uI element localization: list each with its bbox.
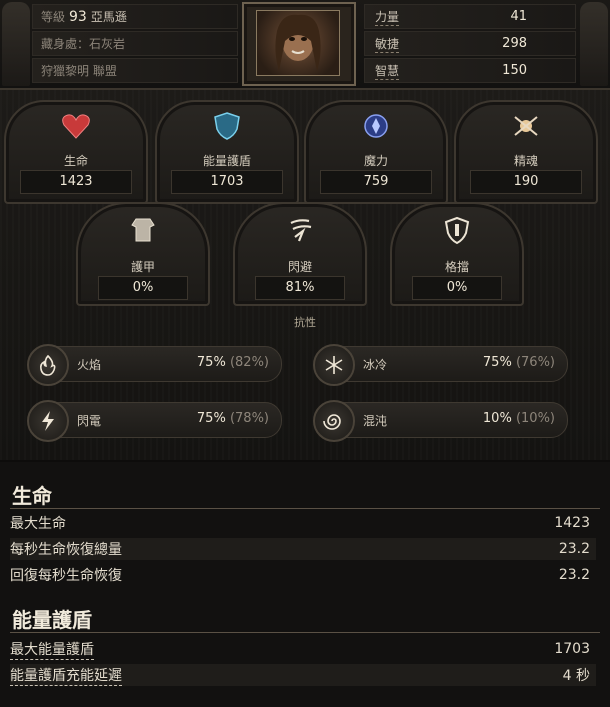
- resistance-value: 75%: [196, 411, 226, 426]
- stat-row-value: 23.2: [558, 567, 590, 583]
- attribute-value: 41: [510, 9, 527, 24]
- mana-icon: [358, 110, 394, 142]
- stat-row[interactable]: 能量護盾充能延遲 4 秒: [10, 664, 596, 686]
- resistance-value-group: 10% (10%): [483, 411, 555, 426]
- stat-row[interactable]: 最大能量護盾 1703: [10, 638, 596, 660]
- stat-value: 0%: [412, 276, 502, 300]
- chaos-icon: [313, 400, 355, 442]
- resistance-name: 火焰: [77, 358, 102, 372]
- stat-row[interactable]: 最大生命 1423: [10, 512, 596, 534]
- resistance-name: 閃電: [77, 414, 102, 428]
- stat-value: 1423: [20, 170, 132, 194]
- stat-row[interactable]: 回復每秒生命恢復 23.2: [10, 564, 596, 586]
- evasion-icon: [282, 214, 318, 246]
- level-value: 93: [69, 8, 87, 25]
- stat-row-label: 能量護盾充能延遲: [10, 665, 122, 686]
- stat-name: 能量護盾: [202, 154, 251, 168]
- resistance-value: 75%: [196, 355, 226, 370]
- attributes-panel: 力量 41 敏捷 298 智慧 150: [364, 4, 576, 85]
- stat-name: 魔力: [363, 154, 388, 168]
- resistance-fire[interactable]: 火焰 75% (82%): [27, 344, 282, 386]
- stat-name: 精魂: [513, 154, 538, 168]
- stats-list: 生命 最大生命 1423 每秒生命恢復總量 23.2 回復每秒生命恢復 23.2…: [0, 462, 610, 707]
- section-divider: [10, 632, 600, 633]
- fire-icon: [27, 344, 69, 386]
- resistance-name: 冰冷: [363, 358, 388, 372]
- stat-row-label: 最大能量護盾: [10, 639, 94, 660]
- resistance-value: 75%: [482, 355, 512, 370]
- attribute-value: 298: [502, 36, 527, 51]
- resistance-name: 混沌: [363, 414, 388, 428]
- stat-card-spirit[interactable]: 精魂 190: [454, 100, 598, 204]
- portrait-image: [256, 10, 340, 76]
- stat-row-label: 最大生命: [10, 516, 66, 532]
- resistance-value-group: 75% (78%): [197, 411, 269, 426]
- stat-row[interactable]: 每秒生命恢復總量 23.2: [10, 538, 596, 560]
- attribute-label: 智慧: [375, 63, 400, 80]
- stat-value: 759: [320, 170, 432, 194]
- resistance-value: 10%: [482, 411, 512, 426]
- stash-row: 藏身處：石灰岩: [32, 31, 238, 56]
- resistance-max: (10%): [515, 411, 555, 426]
- attribute-label: 敏捷: [375, 36, 400, 53]
- stat-card-life[interactable]: 生命 1423: [4, 100, 148, 204]
- attribute-dexterity[interactable]: 敏捷 298: [364, 31, 576, 56]
- stat-card-mana[interactable]: 魔力 759: [304, 100, 448, 204]
- character-info: 等級 93 亞馬遜 藏身處：石灰岩 狩獵黎明 聯盟: [32, 4, 238, 85]
- stat-card-armour[interactable]: 護甲 0%: [76, 202, 210, 306]
- armour-icon: [125, 214, 161, 246]
- resistance-lightning[interactable]: 閃電 75% (78%): [27, 400, 282, 442]
- stat-row-label: 回復每秒生命恢復: [10, 568, 122, 584]
- character-portrait[interactable]: [242, 2, 356, 86]
- section-divider: [10, 508, 600, 509]
- stat-value: 0%: [98, 276, 188, 300]
- level-label: 等級: [41, 10, 66, 24]
- section-title-energy-shield: 能量護盾: [12, 608, 92, 632]
- block-icon: [439, 214, 475, 246]
- stat-name: 生命: [63, 154, 88, 168]
- resistance-cold[interactable]: 冰冷 75% (76%): [313, 344, 568, 386]
- stat-name: 護甲: [130, 260, 155, 274]
- attribute-value: 150: [502, 63, 527, 78]
- heart-icon: [58, 110, 94, 142]
- resistance-chaos[interactable]: 混沌 10% (10%): [313, 400, 568, 442]
- resistance-max: (78%): [229, 411, 269, 426]
- stat-card-evasion[interactable]: 閃避 81%: [233, 202, 367, 306]
- league-row: 狩獵黎明 聯盟: [32, 58, 238, 83]
- stat-row-value: 4 秒: [562, 668, 590, 684]
- attribute-label: 力量: [375, 9, 400, 26]
- stat-card-energy-shield[interactable]: 能量護盾 1703: [155, 100, 299, 204]
- left-statue-ornament: [2, 2, 30, 86]
- attribute-intelligence[interactable]: 智慧 150: [364, 58, 576, 83]
- right-statue-ornament: [580, 2, 608, 86]
- stash-label: 藏身處：石灰岩: [41, 37, 126, 51]
- stat-value: 190: [470, 170, 582, 194]
- stat-row-label: 每秒生命恢復總量: [10, 542, 122, 558]
- character-header: 等級 93 亞馬遜 藏身處：石灰岩 狩獵黎明 聯盟 力量 41 敏捷 298 智…: [0, 0, 610, 90]
- attribute-strength[interactable]: 力量 41: [364, 4, 576, 29]
- cold-icon: [313, 344, 355, 386]
- shield-icon: [209, 110, 245, 142]
- lightning-icon: [27, 400, 69, 442]
- stat-row-value: 1703: [554, 641, 590, 657]
- spirit-icon: [508, 110, 544, 142]
- resistances-title: 抗性: [294, 316, 316, 329]
- resistance-max: (76%): [515, 355, 555, 370]
- league-label: 狩獵黎明 聯盟: [41, 64, 117, 78]
- resistance-max: (82%): [229, 355, 269, 370]
- resistance-value-group: 75% (82%): [197, 355, 269, 370]
- section-title-life: 生命: [12, 484, 52, 508]
- stat-card-block[interactable]: 格擋 0%: [390, 202, 524, 306]
- level-row: 等級 93 亞馬遜: [32, 4, 238, 29]
- stat-value: 81%: [255, 276, 345, 300]
- resistance-value-group: 75% (76%): [483, 355, 555, 370]
- stat-name: 閃避: [287, 260, 312, 274]
- class-name: 亞馬遜: [90, 10, 127, 24]
- stat-name: 格擋: [444, 260, 469, 274]
- stat-value: 1703: [171, 170, 283, 194]
- defences-panel: 生命 1423 能量護盾 1703 魔力 759 精魂 190 護甲 0% 閃避…: [0, 90, 610, 460]
- stat-row-value: 1423: [554, 515, 590, 531]
- stat-row-value: 23.2: [558, 541, 590, 557]
